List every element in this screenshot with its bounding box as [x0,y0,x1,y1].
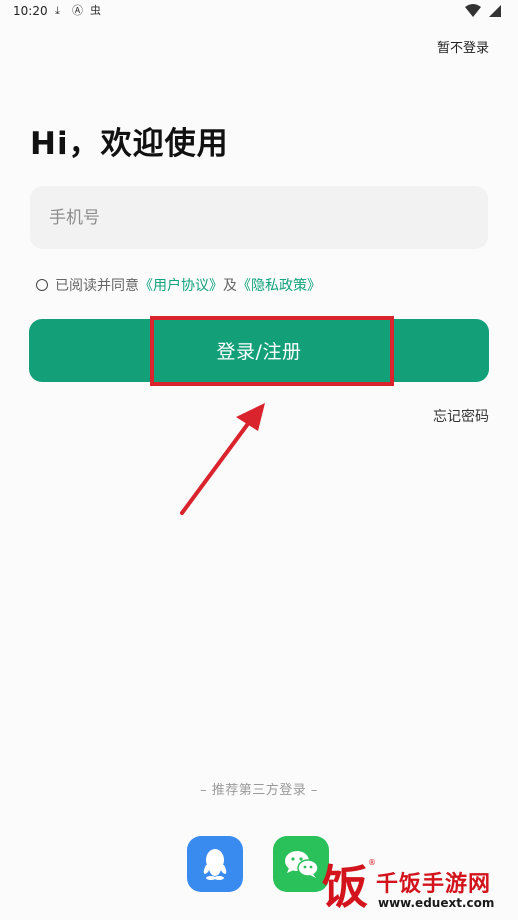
forgot-password-link[interactable]: 忘记密码 [433,406,489,426]
wechat-login-button[interactable] [273,836,329,892]
wechat-icon [285,851,319,878]
agreement-row: 已阅读并同意 《用户协议》 及 《隐私政策》 [36,275,321,295]
agreement-conjunction: 及 [223,278,237,294]
status-bar: 10:20 ⤓ Ⓐ 虫 [0,0,518,24]
annotation-arrow-icon [180,403,265,515]
watermark-registered-mark: ® [368,858,376,867]
qq-login-button[interactable] [187,836,243,892]
a-icon: Ⓐ [72,4,83,17]
third-party-login-label: – 推荐第三方登录 – [200,783,318,798]
agreement-prefix: 已阅读并同意 [55,278,139,294]
login-register-button[interactable]: 登录/注册 [29,319,489,382]
download-icon: ⤓ [55,4,60,17]
qq-icon [203,849,227,880]
watermark-title: 千饭手游网 [376,872,492,897]
login-register-label: 登录/注册 [216,341,302,363]
user-agreement-link[interactable]: 《用户协议》 [139,275,223,295]
skip-login-link[interactable]: 暂不登录 [437,37,489,56]
privacy-policy-link[interactable]: 《隐私政策》 [237,275,321,295]
agreement-radio[interactable] [36,279,48,291]
watermark-url: www.eduext.com [378,896,495,910]
status-time: 10:20 [13,4,48,18]
page-title: Hi，欢迎使用 [30,126,229,162]
wifi-icon [465,4,481,17]
watermark-logo: 饭 ® 千饭手游网 www.eduext.com [320,856,518,920]
phone-input[interactable] [30,186,488,249]
bug-icon: 虫 [90,4,101,17]
battery-icon [489,5,501,17]
